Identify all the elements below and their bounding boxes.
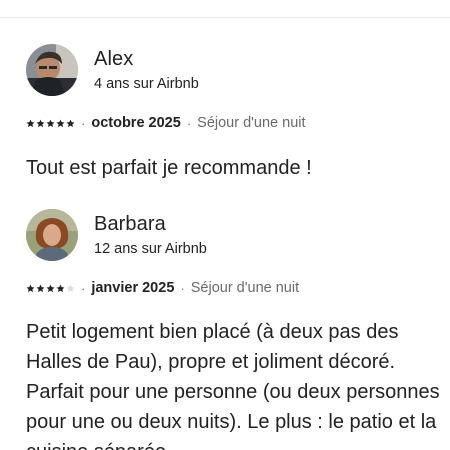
review-text: Petit logement bien placé (à deux pas de… xyxy=(26,321,440,450)
separator-dot: · xyxy=(81,115,86,131)
star-icon xyxy=(36,284,45,292)
review-item: Alex 4 ans sur Airbnb · octobre 2025 · S… xyxy=(26,44,436,183)
avatar-photo-icon xyxy=(26,209,78,261)
review-header: Barbara 12 ans sur Airbnb xyxy=(26,209,436,263)
star-icon xyxy=(56,284,65,292)
reviewer-name[interactable]: Barbara xyxy=(94,212,207,236)
separator-dot: · xyxy=(186,115,192,131)
top-divider xyxy=(0,17,450,18)
star-rating xyxy=(26,284,75,293)
stay-length: Séjour d'une nuit xyxy=(190,280,300,296)
star-icon xyxy=(56,119,65,127)
star-icon xyxy=(26,119,35,127)
reviewer-avatar[interactable] xyxy=(26,209,78,261)
star-icon xyxy=(26,284,35,292)
star-icon xyxy=(66,119,75,127)
avatar-photo-icon xyxy=(26,44,78,96)
star-icon xyxy=(46,284,55,292)
reviewer-tenure: 4 ans sur Airbnb xyxy=(94,76,199,92)
star-rating xyxy=(26,119,75,128)
separator-dot: · xyxy=(81,280,86,296)
star-icon xyxy=(66,284,75,292)
review-header: Alex 4 ans sur Airbnb xyxy=(26,44,436,98)
review-item: Barbara 12 ans sur Airbnb · janvier 2025… xyxy=(26,209,440,450)
reviewer-avatar[interactable] xyxy=(26,44,78,96)
review-date: octobre 2025 xyxy=(91,115,181,131)
reviewer-name[interactable]: Alex xyxy=(94,47,199,71)
review-meta: · janvier 2025 · Séjour d'une nuit xyxy=(26,279,436,297)
review-text: Tout est parfait je recommande ! xyxy=(26,157,312,179)
review-date: janvier 2025 xyxy=(91,280,175,296)
star-icon xyxy=(46,119,55,127)
separator-dot: · xyxy=(180,280,185,296)
star-icon xyxy=(36,119,45,127)
reviewer-tenure: 12 ans sur Airbnb xyxy=(94,241,207,257)
stay-length: Séjour d'une nuit xyxy=(197,115,306,131)
review-meta: · octobre 2025 · Séjour d'une nuit xyxy=(26,114,436,132)
